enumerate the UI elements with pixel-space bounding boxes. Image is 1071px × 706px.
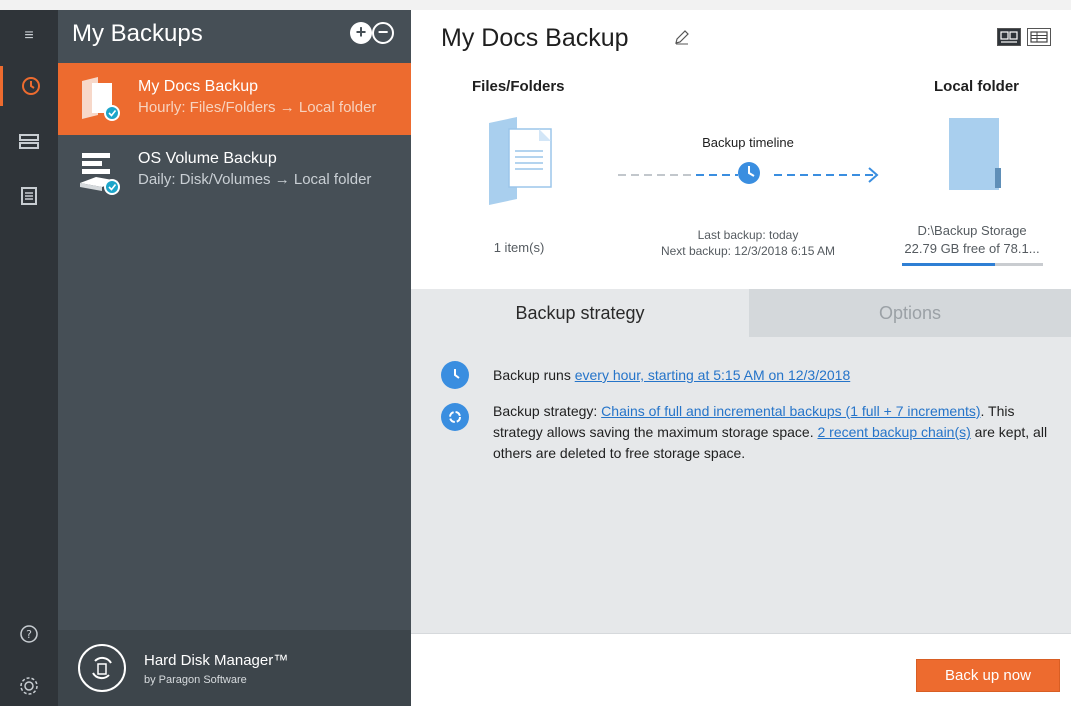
last-backup-text: Last backup: today [697,228,799,242]
detail-tabs: Backup strategy Options [411,289,1071,337]
strategy-panel: Backup runs every hour, starting at 5:15… [411,337,1071,633]
schedule-link[interactable]: every hour, starting at 5:15 AM on 12/3/… [575,367,851,383]
backup-item-title: My Docs Backup [138,78,259,95]
clock-icon [21,77,40,95]
page-title: My Docs Backup [441,24,629,52]
files-folders-icon [82,77,120,121]
local-folder-icon[interactable] [947,116,1005,192]
destination-heading: Local folder [934,78,1020,95]
svg-text:?: ? [26,628,32,641]
brand-name: Hard Disk Manager™ [144,652,289,669]
disk-icon[interactable] [0,122,58,162]
schedule-row: Backup runs every hour, starting at 5:15… [493,367,851,383]
backup-item-my-docs[interactable]: My Docs Backup Hourly: Files/Folders → L… [58,63,411,135]
backup-timeline-icon [618,162,879,184]
brand-subtitle: by Paragon Software [144,674,247,686]
brand-footer: Hard Disk Manager™ by Paragon Software [58,630,411,706]
menu-icon[interactable]: ≡ [0,16,58,56]
next-backup-text: Next backup: 12/3/2018 6:15 AM [660,244,836,258]
remove-backup-button[interactable]: − [372,22,394,44]
strategy-cycle-icon [441,403,469,431]
storage-usage-fill [902,263,996,266]
backup-item-title: OS Volume Backup [138,150,277,167]
list-icon[interactable] [0,176,58,216]
destination-free-space: 22.79 GB free of 78.1... [904,241,1040,256]
backup-item-subtitle: Daily: Disk/Volumes → Local folder [138,171,372,188]
backup-item-subtitle: Hourly: Files/Folders → Local folder [138,99,377,116]
schedule-clock-icon [441,361,469,389]
settings-icon[interactable] [0,666,58,706]
action-footer: Back up now [411,633,1071,706]
strategy-row: Backup strategy: Chains of full and incr… [493,403,1048,461]
edit-pencil-icon[interactable] [673,28,691,46]
tab-backup-strategy[interactable]: Backup strategy [411,289,749,337]
tab-options[interactable]: Options [749,289,1071,337]
nav-rail: ≡ ? [0,10,58,706]
hdm-logo-icon [78,644,126,692]
app-window: ≡ ? My Backups + − My Docs Backup Hourly… [0,0,1071,706]
backup-details: My Docs Backup Files/Folders 1 item(s) B… [411,10,1071,706]
retention-link[interactable]: 2 recent backup chain(s) [817,424,970,440]
help-icon[interactable]: ? [0,614,58,654]
history-icon[interactable] [0,66,58,106]
timeline-label: Backup timeline [702,135,794,150]
backup-item-os-volume[interactable]: OS Volume Backup Daily: Disk/Volumes → L… [58,135,411,207]
disk-volume-icon [80,153,120,195]
list-view-icon[interactable] [1027,28,1051,46]
back-up-now-button[interactable]: Back up now [916,659,1060,692]
source-heading: Files/Folders [472,78,565,95]
tile-view-icon[interactable] [997,28,1021,46]
strategy-type-link[interactable]: Chains of full and incremental backups (… [601,403,980,419]
files-folders-icon[interactable] [487,115,557,207]
source-item-count: 1 item(s) [493,240,545,255]
backups-panel: My Backups + − My Docs Backup Hourly: Fi… [58,10,411,706]
storage-usage-bar [902,263,1043,266]
destination-path: D:\Backup Storage [917,223,1027,238]
add-backup-button[interactable]: + [350,22,372,44]
panel-title: My Backups [72,20,203,47]
